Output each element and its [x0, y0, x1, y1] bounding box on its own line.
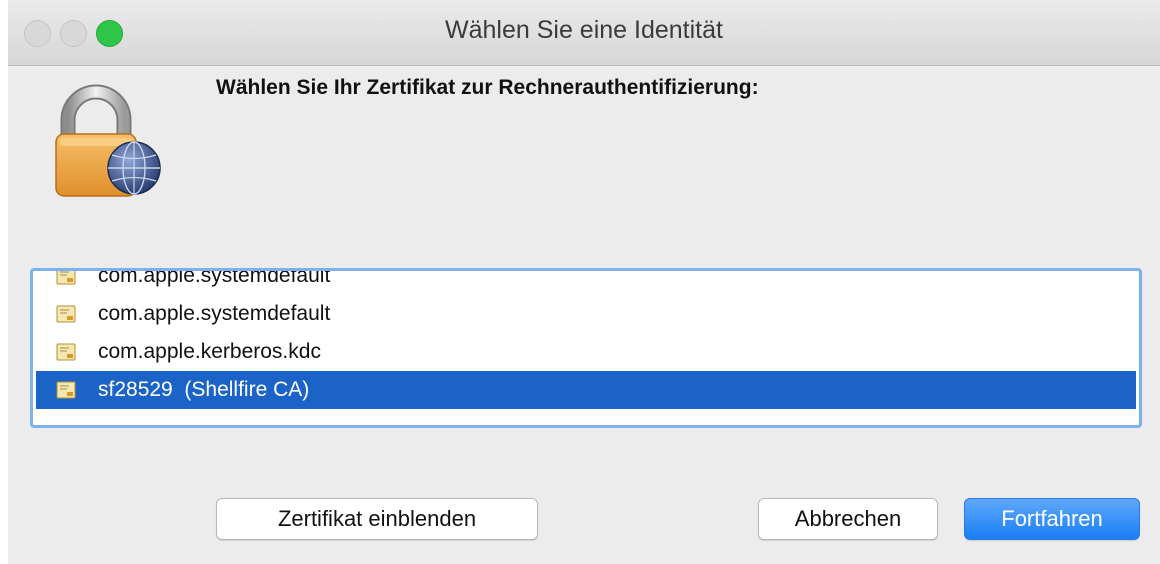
certificate-icon: [56, 304, 76, 324]
certificate-label: com.apple.systemdefault: [98, 302, 331, 325]
certificate-icon: [56, 342, 76, 362]
title-bar[interactable]: Wählen Sie eine Identität: [8, 0, 1160, 66]
certificate-list-item[interactable]: com.apple.kerberos.kdc: [36, 333, 1136, 371]
continue-button[interactable]: Fortfahren: [964, 498, 1140, 540]
dialog-window: Wählen Sie eine Identität Wählen Sie Ihr…: [8, 0, 1160, 564]
certificate-icon: [56, 380, 76, 400]
certificate-list[interactable]: com.apple.systemdefault com.apple.system…: [30, 268, 1142, 428]
certificate-list-item[interactable]: com.apple.systemdefault: [36, 268, 1136, 295]
certificate-label: com.apple.kerberos.kdc: [98, 340, 321, 363]
show-certificate-button[interactable]: Zertifikat einblenden: [216, 498, 538, 540]
lock-network-icon: [46, 80, 166, 204]
certificate-label: com.apple.systemdefault: [98, 268, 331, 287]
certificate-icon: [56, 271, 76, 286]
cancel-button[interactable]: Abbrechen: [758, 498, 938, 540]
certificate-label: sf28529 (Shellfire CA): [98, 378, 310, 401]
certificate-list-item[interactable]: com.apple.systemdefault: [36, 295, 1136, 333]
certificate-list-item-selected[interactable]: sf28529 (Shellfire CA): [36, 371, 1136, 409]
window-title: Wählen Sie eine Identität: [445, 16, 723, 44]
dialog-headline: Wählen Sie Ihr Zertifikat zur Rechneraut…: [216, 76, 759, 99]
